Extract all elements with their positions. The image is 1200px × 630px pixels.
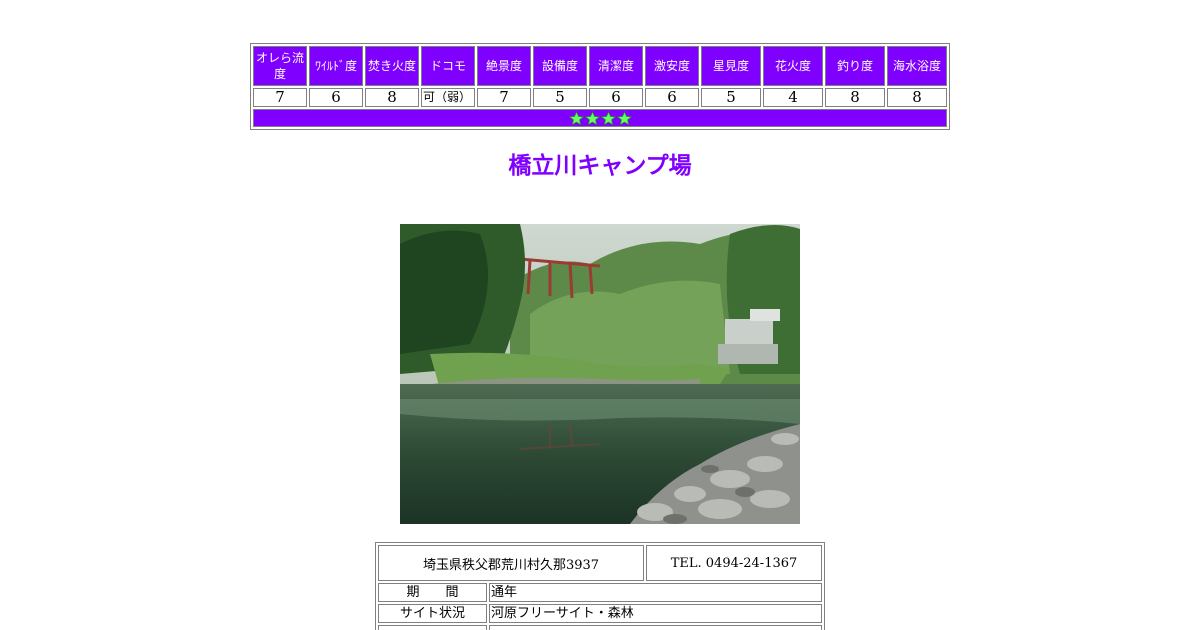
rating-value: 6 (645, 88, 699, 107)
rating-header-scenery: 絶景度 (477, 46, 531, 86)
star-icon (568, 110, 584, 126)
rating-value: 6 (309, 88, 363, 107)
page-title: 橋立川キャンプ場 (508, 153, 692, 179)
star-rating (253, 109, 947, 127)
address-row: 埼玉県秩父郡荒川村久那3937 TEL. 0494-24-1367 (378, 545, 822, 581)
rating-value: 8 (887, 88, 947, 107)
rating-table: オレら流度 ﾜｲﾙﾄﾞ度 焚き火度 ドコモ 絶景度 設備度 清潔度 激安度 星見… (250, 43, 950, 130)
star-rating-row (253, 109, 947, 127)
river-landscape-photo (400, 224, 800, 524)
rating-header-stargazing: 星見度 (701, 46, 761, 86)
rating-value: 4 (763, 88, 823, 107)
rating-value: 5 (701, 88, 761, 107)
rating-header-fireworks: 花火度 (763, 46, 823, 86)
info-value: 河原フリーサイト・森林 (489, 604, 822, 623)
rating-header-row: オレら流度 ﾜｲﾙﾄﾞ度 焚き火度 ドコモ 絶景度 設備度 清潔度 激安度 星見… (253, 46, 947, 86)
info-value: 通年 (489, 583, 822, 602)
rating-header-fishing: 釣り度 (825, 46, 885, 86)
star-icon (616, 110, 632, 126)
star-icon (600, 110, 616, 126)
rating-header-docomo: ドコモ (421, 46, 475, 86)
rating-value: 6 (589, 88, 643, 107)
rating-value: 8 (825, 88, 885, 107)
page: オレら流度 ﾜｲﾙﾄﾞ度 焚き火度 ドコモ 絶景度 設備度 清潔度 激安度 星見… (0, 0, 1200, 630)
rating-values-row: 7 6 8 可（弱） 7 5 6 6 5 4 8 8 (253, 88, 947, 107)
info-label: サイト状況 (378, 604, 487, 623)
rating-header-bonfire: 焚き火度 (365, 46, 419, 86)
info-row-period: 期 間 通年 (378, 583, 822, 602)
rating-header-facilities: 設備度 (533, 46, 587, 86)
info-label: 期 間 (378, 583, 487, 602)
info-row-site: サイト状況 河原フリーサイト・森林 (378, 604, 822, 623)
info-value (489, 625, 822, 630)
rating-value: 可（弱） (421, 88, 475, 107)
rating-value: 7 (477, 88, 531, 107)
rating-header-cleanliness: 清潔度 (589, 46, 643, 86)
rating-header-cheapness: 激安度 (645, 46, 699, 86)
rating-value: 5 (533, 88, 587, 107)
rating-header-swimming: 海水浴度 (887, 46, 947, 86)
info-label (378, 625, 487, 630)
rating-header-wild: ﾜｲﾙﾄﾞ度 (309, 46, 363, 86)
rating-header-orera: オレら流度 (253, 46, 307, 86)
star-icon (584, 110, 600, 126)
info-table: 埼玉県秩父郡荒川村久那3937 TEL. 0494-24-1367 期 間 通年… (375, 542, 825, 630)
rating-value: 7 (253, 88, 307, 107)
rating-value: 8 (365, 88, 419, 107)
telephone: TEL. 0494-24-1367 (646, 545, 822, 581)
info-row-next (378, 625, 822, 630)
address: 埼玉県秩父郡荒川村久那3937 (378, 545, 644, 581)
